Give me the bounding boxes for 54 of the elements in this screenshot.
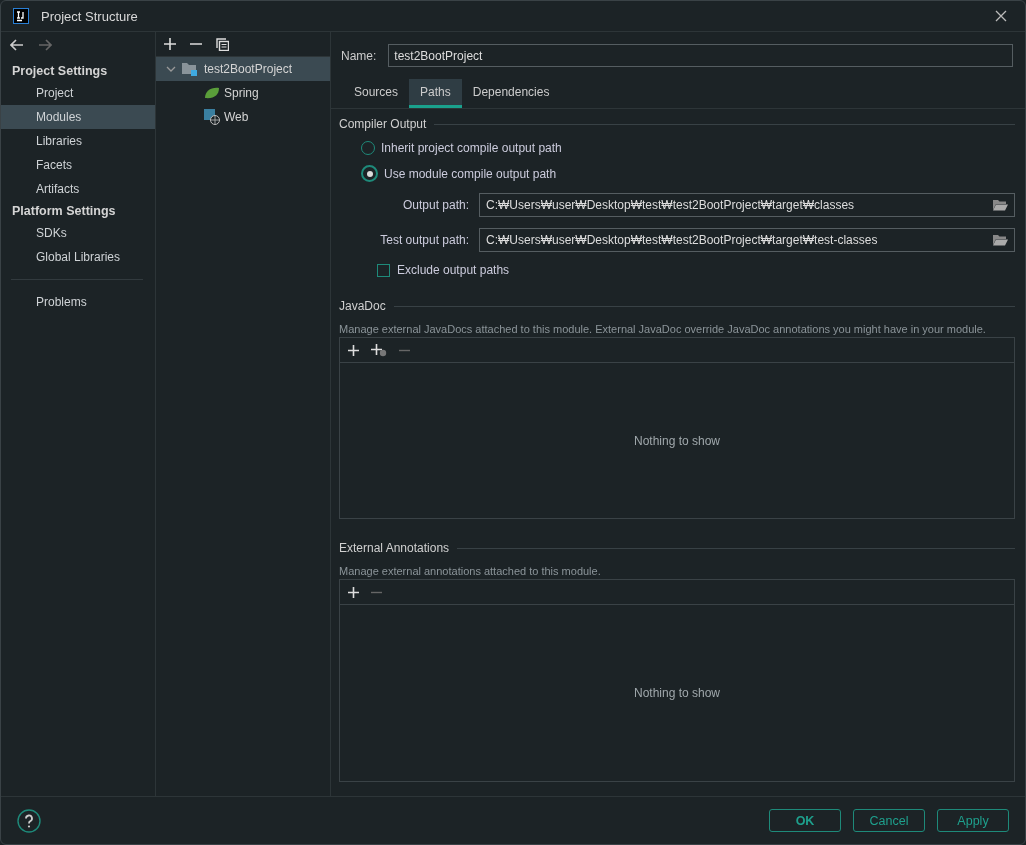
tree-item[interactable]: test2BootProject xyxy=(156,57,330,81)
checkbox-label: Exclude output paths xyxy=(397,263,510,277)
add-link-icon[interactable] xyxy=(371,343,387,357)
copy-icon[interactable] xyxy=(216,37,229,51)
help-icon[interactable] xyxy=(17,808,41,833)
description: Manage external annotations attached to this module. xyxy=(339,565,602,577)
dialog-button[interactable]: OK xyxy=(769,809,841,832)
nav-item[interactable]: Artifacts xyxy=(1,177,155,201)
tree-item[interactable]: Spring xyxy=(156,81,259,105)
web-globe-icon xyxy=(204,109,220,125)
path-field[interactable]: C:₩Users₩user₩Desktop₩test₩test2BootProject₩target₩classes xyxy=(479,193,1015,217)
path-label: Test output path: xyxy=(379,233,470,247)
dialog-button[interactable]: Apply xyxy=(937,809,1009,832)
tab[interactable]: Paths xyxy=(409,79,462,108)
chevron-icon[interactable] xyxy=(166,64,176,74)
add-icon[interactable] xyxy=(164,38,176,50)
folder-icon[interactable] xyxy=(993,199,1008,211)
nav-item[interactable]: Global Libraries xyxy=(1,245,155,269)
app-logo-icon xyxy=(13,8,29,24)
close-icon[interactable] xyxy=(995,10,1007,22)
group-title: External Annotations xyxy=(339,541,450,555)
nav-item[interactable]: Modules xyxy=(1,105,155,129)
tab[interactable]: Sources xyxy=(343,79,410,108)
leaf-icon xyxy=(204,87,220,99)
tab[interactable]: Dependencies xyxy=(461,79,561,108)
group-title: JavaDoc xyxy=(339,299,386,313)
nav-item[interactable]: Project xyxy=(1,81,155,105)
section-heading: Platform Settings xyxy=(11,203,117,220)
path-field[interactable]: C:₩Users₩user₩Desktop₩test₩test2BootProject₩target₩test-classes xyxy=(479,228,1015,252)
section-heading: Project Settings xyxy=(11,63,109,80)
group-title: Compiler Output xyxy=(339,117,427,131)
path-label: Output path: xyxy=(401,198,470,212)
name-field[interactable]: test2BootProject xyxy=(388,44,1013,67)
folder-icon[interactable] xyxy=(993,234,1008,246)
radio-label: Inherit project compile output path xyxy=(381,141,562,155)
window-title: Project Structure xyxy=(41,8,138,24)
checkbox[interactable] xyxy=(377,263,390,277)
empty-text: Nothing to show xyxy=(633,433,721,448)
add-icon[interactable] xyxy=(348,586,359,598)
empty-text: Nothing to show xyxy=(633,686,721,700)
tree-item[interactable]: Web xyxy=(156,105,249,129)
description: Manage external JavaDocs attached to this module. External JavaDoc override JavaDoc annotations you might have in your module. xyxy=(339,323,987,335)
radio-label: Use module compile output path xyxy=(384,166,557,181)
nav-item[interactable]: Problems xyxy=(1,290,155,314)
add-icon[interactable] xyxy=(348,344,359,356)
back-arrow-icon[interactable] xyxy=(10,39,24,51)
nav-item[interactable]: Facets xyxy=(1,153,155,177)
module-folder-icon xyxy=(182,62,198,76)
nav-item[interactable]: SDKs xyxy=(1,221,155,245)
nav-item[interactable]: Libraries xyxy=(1,129,155,153)
radio-button[interactable] xyxy=(361,165,378,182)
dialog-button[interactable]: Cancel xyxy=(853,809,925,832)
forward-arrow-icon[interactable] xyxy=(38,39,52,51)
name-label: Name: xyxy=(341,48,377,63)
